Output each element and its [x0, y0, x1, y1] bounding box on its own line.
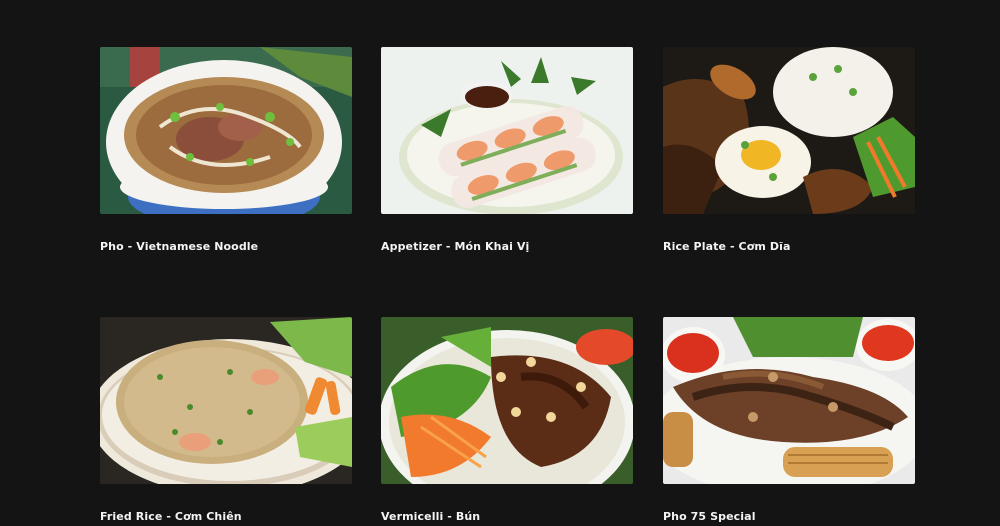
fried-rice-illustration — [100, 317, 352, 484]
menu-card-pho-75-special-label[interactable]: Pho 75 Special — [663, 510, 756, 523]
menu-category-grid: Pho - Vietnamese Noodle Appetizer - Món … — [0, 0, 1000, 526]
menu-card-fried-rice-label[interactable]: Fried Rice - Cơm Chiên — [100, 510, 242, 523]
menu-card-fried-rice[interactable] — [100, 317, 352, 484]
spring-rolls-illustration — [381, 47, 633, 214]
menu-card-appetizer[interactable] — [381, 47, 633, 214]
spring-rolls-image[interactable] — [381, 47, 633, 214]
menu-card-rice-plate-label[interactable]: Rice Plate - Cơm Dĩa — [663, 240, 791, 253]
menu-card-pho-75-special[interactable] — [663, 317, 915, 484]
menu-card-rice-plate[interactable] — [663, 47, 915, 214]
pho-special-illustration — [663, 317, 915, 484]
menu-card-pho-label[interactable]: Pho - Vietnamese Noodle — [100, 240, 258, 253]
menu-card-appetizer-label[interactable]: Appetizer - Món Khai Vị — [381, 240, 529, 253]
pho-special-platter-image[interactable] — [663, 317, 915, 484]
rice-plate-illustration — [663, 47, 915, 214]
menu-card-vermicelli[interactable] — [381, 317, 633, 484]
pho-bowl-image[interactable] — [100, 47, 352, 214]
menu-card-pho[interactable] — [100, 47, 352, 214]
vermicelli-illustration — [381, 317, 633, 484]
vermicelli-bowl-image[interactable] — [381, 317, 633, 484]
pho-bowl-illustration — [100, 47, 352, 214]
fried-rice-image[interactable] — [100, 317, 352, 484]
rice-plate-image[interactable] — [663, 47, 915, 214]
menu-card-vermicelli-label[interactable]: Vermicelli - Bún — [381, 510, 480, 523]
